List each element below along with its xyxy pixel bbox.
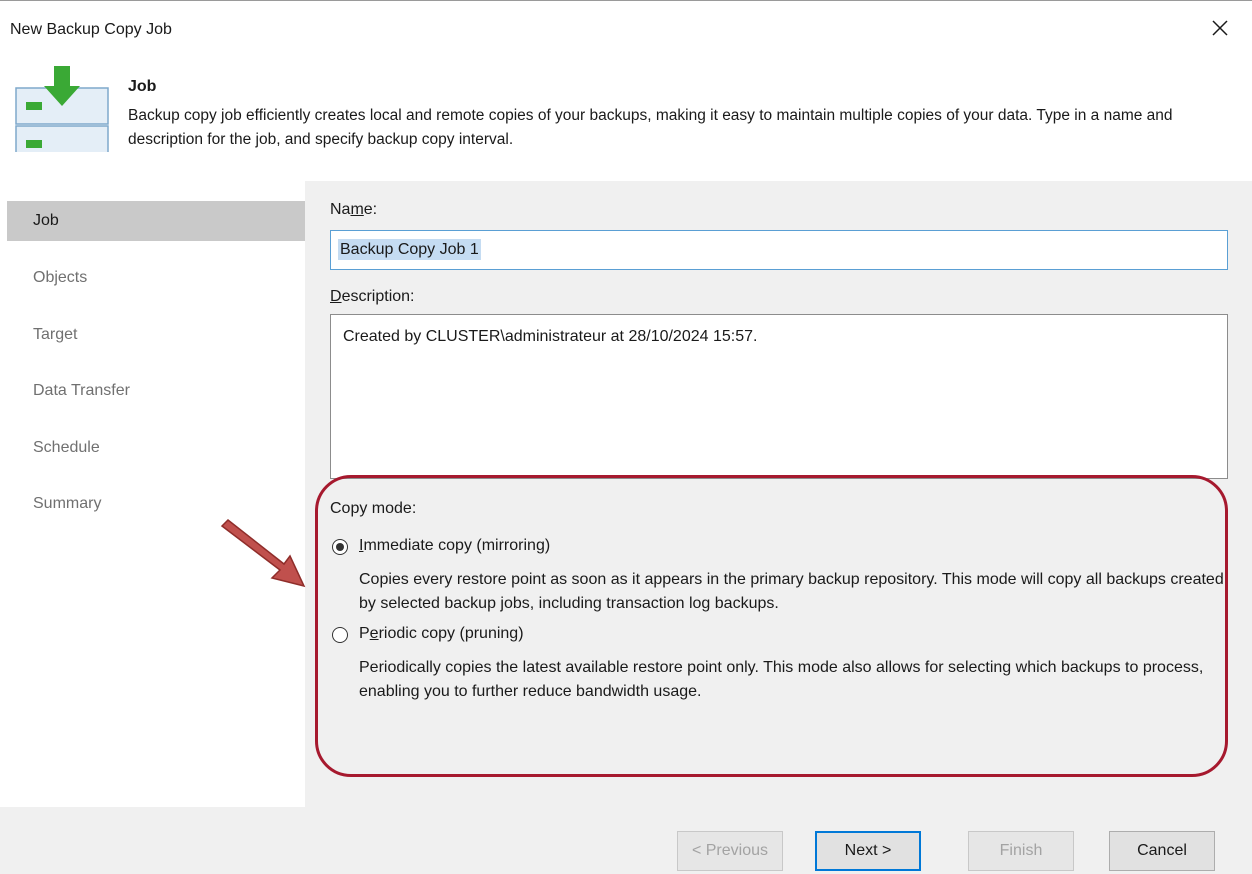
nav-item-job[interactable]: Job	[7, 201, 305, 241]
next-button[interactable]: Next >	[815, 831, 921, 871]
window-title: New Backup Copy Job	[10, 21, 172, 38]
periodic-copy-label[interactable]: Periodic copy (pruning)	[359, 625, 524, 643]
nav-item-schedule[interactable]: Schedule	[7, 428, 305, 468]
description-textarea[interactable]: Created by CLUSTER\administrateur at 28/…	[330, 314, 1228, 479]
previous-button[interactable]: < Previous	[677, 831, 783, 871]
immediate-copy-radio[interactable]	[332, 539, 348, 555]
backup-copy-icon	[15, 66, 109, 152]
nav-item-objects[interactable]: Objects	[7, 258, 305, 298]
content-panel: Name: Backup Copy Job 1 Description: Cre…	[305, 181, 1252, 807]
callout-arrow-icon	[220, 518, 306, 588]
name-value: Backup Copy Job 1	[338, 239, 481, 260]
name-label: Name:	[330, 201, 378, 218]
wizard-steps-nav: Job Objects Target Data Transfer Schedul…	[7, 181, 305, 807]
nav-item-data-transfer[interactable]: Data Transfer	[7, 371, 305, 411]
nav-item-target[interactable]: Target	[7, 315, 305, 355]
cancel-button[interactable]: Cancel	[1109, 831, 1215, 871]
wizard-footer: < Previous Next > Finish Cancel	[0, 807, 1252, 874]
copy-mode-label: Copy mode:	[330, 500, 417, 517]
radio-selected-dot	[336, 543, 344, 551]
name-input[interactable]: Backup Copy Job 1	[330, 230, 1228, 270]
immediate-copy-label[interactable]: Immediate copy (mirroring)	[359, 537, 550, 555]
periodic-copy-radio[interactable]	[332, 627, 348, 643]
step-title: Job	[128, 78, 157, 95]
immediate-copy-description: Copies every restore point as soon as it…	[359, 571, 1224, 612]
title-bar: New Backup Copy Job	[0, 0, 1252, 56]
finish-button[interactable]: Finish	[968, 831, 1074, 871]
description-label: Description:	[330, 288, 415, 305]
periodic-copy-description: Periodically copies the latest available…	[359, 659, 1204, 700]
step-description: Backup copy job efficiently creates loca…	[128, 107, 1173, 148]
close-icon[interactable]	[1208, 16, 1232, 40]
wizard-header: Job Backup copy job efficiently creates …	[0, 56, 1252, 180]
